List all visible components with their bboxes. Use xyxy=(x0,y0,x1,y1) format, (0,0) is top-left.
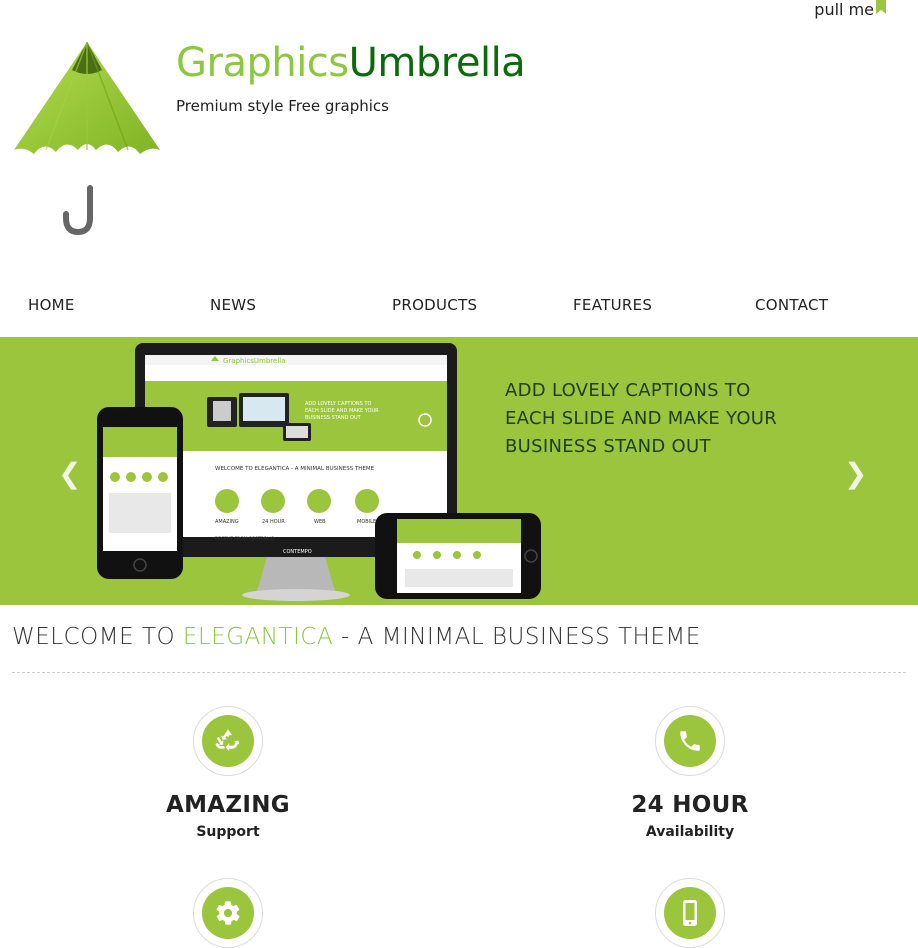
feature-title: AMAZING xyxy=(166,792,290,818)
site-tagline: Premium style Free graphics xyxy=(176,97,389,115)
feature-subtitle: Support xyxy=(196,824,260,840)
feature-web xyxy=(108,878,348,948)
recycle-icon xyxy=(202,715,254,767)
hero-slider: ❮ ❯ GraphicsUmbrella ADD LOVELY CAPTIONS… xyxy=(0,337,918,605)
feature-mobile xyxy=(570,878,810,948)
feature-support: AMAZING Support xyxy=(108,706,348,840)
bookmark-flag-icon xyxy=(876,0,886,14)
svg-text:ADD LOVELY CAPTIONS TO: ADD LOVELY CAPTIONS TO xyxy=(305,401,371,407)
main-navigation: HOME NEWS PRODUCTS FEATURES CONTACT xyxy=(0,296,918,320)
welcome-heading: WELCOME TO ELEGANTICA - A MINIMAL BUSINE… xyxy=(12,624,701,650)
feature-title: 24 HOUR xyxy=(631,792,749,818)
feature-subtitle: Availability xyxy=(645,824,735,840)
feature-icon-ring xyxy=(655,706,725,776)
svg-text:MOBILE: MOBILE xyxy=(357,519,376,525)
nav-item-home[interactable]: HOME xyxy=(28,296,75,314)
site-title[interactable]: GraphicsUmbrella xyxy=(176,40,526,86)
chevron-left-icon[interactable]: ❮ xyxy=(58,457,81,490)
feature-availability: 24 HOUR Availability xyxy=(570,706,810,840)
slide-caption: ADD LOVELY CAPTIONS TO EACH SLIDE AND MA… xyxy=(505,380,778,457)
gear-icon xyxy=(202,887,254,939)
feature-icon-ring xyxy=(655,878,725,948)
screen-stand: CONTEMPO xyxy=(283,549,312,555)
svg-text:24 HOUR: 24 HOUR xyxy=(262,519,285,525)
feature-icon-ring xyxy=(193,706,263,776)
welcome-accent: ELEGANTICA xyxy=(182,624,334,650)
welcome-prefix: WELCOME TO xyxy=(12,624,183,650)
svg-text:AMAZING: AMAZING xyxy=(215,519,239,525)
screen-welcome: WELCOME TO ELEGANTICA - A MINIMAL BUSINE… xyxy=(215,466,375,472)
nav-item-products[interactable]: PRODUCTS xyxy=(392,296,477,314)
devices-mockup-image: GraphicsUmbrella ADD LOVELY CAPTIONS TO … xyxy=(97,343,541,601)
svg-text:EACH SLIDE AND MAKE YOUR: EACH SLIDE AND MAKE YOUR xyxy=(305,408,379,414)
nav-item-features[interactable]: FEATURES xyxy=(573,296,652,314)
svg-text:WEB: WEB xyxy=(314,519,326,525)
nav-item-news[interactable]: NEWS xyxy=(210,296,256,314)
chevron-right-icon[interactable]: ❯ xyxy=(844,457,867,490)
screen-recent: RECENT FROM PORTFOLIO xyxy=(215,536,275,542)
pull-me-label: pull me xyxy=(814,0,874,19)
site-title-part1: Graphics xyxy=(176,40,349,86)
feature-icon-ring xyxy=(193,878,263,948)
svg-text:BUSINESS STAND OUT: BUSINESS STAND OUT xyxy=(305,415,362,421)
section-divider xyxy=(12,672,906,673)
nav-item-contact[interactable]: CONTACT xyxy=(755,296,828,314)
screen-brand: GraphicsUmbrella xyxy=(223,357,286,365)
pull-me-tab[interactable]: pull me xyxy=(814,0,886,19)
mobile-icon xyxy=(664,887,716,939)
phone-icon xyxy=(664,715,716,767)
umbrella-logo-icon xyxy=(14,41,160,236)
welcome-suffix: - A MINIMAL BUSINESS THEME xyxy=(333,624,701,650)
site-title-part2: Umbrella xyxy=(348,40,526,86)
